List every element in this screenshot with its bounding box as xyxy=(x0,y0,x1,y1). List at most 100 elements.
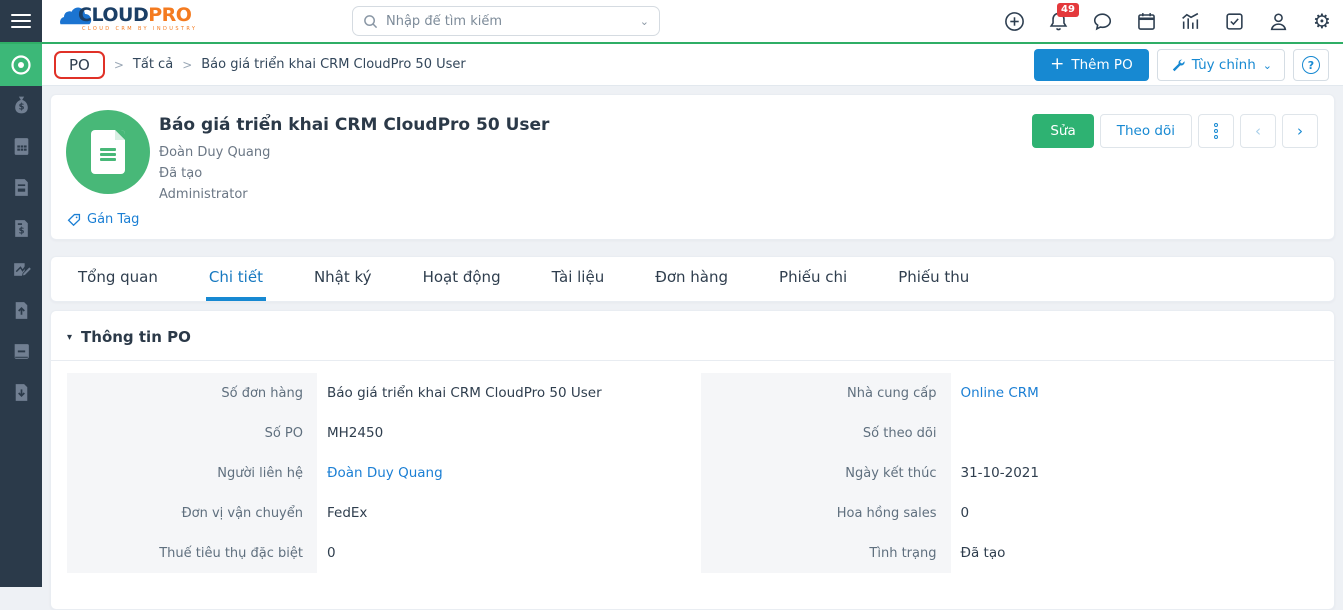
field-value: FedEx xyxy=(317,493,685,533)
breadcrumb-separator: > xyxy=(114,58,124,72)
follow-button[interactable]: Theo dõi xyxy=(1100,114,1192,148)
chevron-left-icon: ‹ xyxy=(1255,122,1261,140)
field-row: Nhà cung cấp Online CRM xyxy=(701,373,1319,413)
field-row: Tình trạng Đã tạo xyxy=(701,533,1319,573)
fields-left-column: Số đơn hàng Báo giá triển khai CRM Cloud… xyxy=(67,373,685,573)
field-value-vendor-link[interactable]: Online CRM xyxy=(951,373,1319,413)
fields-grid: Số đơn hàng Báo giá triển khai CRM Cloud… xyxy=(51,361,1334,573)
chat-icon[interactable] xyxy=(1091,10,1113,32)
record-header-card: Báo giá triển khai CRM CloudPro 50 User … xyxy=(50,94,1335,240)
section-title: Thông tin PO xyxy=(81,328,191,346)
sidebar: $ $ xyxy=(0,42,42,587)
field-label: Số đơn hàng xyxy=(67,373,317,413)
tab-tong-quan[interactable]: Tổng quan xyxy=(75,257,161,301)
breadcrumb-record-link[interactable]: Báo giá triển khai CRM CloudPro 50 User xyxy=(201,57,466,72)
field-row: Số đơn hàng Báo giá triển khai CRM Cloud… xyxy=(67,373,685,413)
tab-nhat-ky[interactable]: Nhật ký xyxy=(311,257,375,301)
prev-record-button[interactable]: ‹ xyxy=(1240,114,1276,148)
header-divider xyxy=(0,42,1343,44)
field-label: Nhà cung cấp xyxy=(701,373,951,413)
next-record-button[interactable]: › xyxy=(1282,114,1318,148)
field-label: Tình trạng xyxy=(701,533,951,573)
field-value: 31-10-2021 xyxy=(951,453,1319,493)
field-value xyxy=(951,413,1319,453)
customize-button[interactable]: Tùy chỉnh ⌄ xyxy=(1157,49,1285,81)
field-row: Người liên hệ Đoàn Duy Quang xyxy=(67,453,685,493)
sidebar-item-money-bag-icon[interactable]: $ xyxy=(10,94,32,116)
field-row: Số PO MH2450 xyxy=(67,413,685,453)
edit-button[interactable]: Sửa xyxy=(1032,114,1093,148)
field-row: Số theo dõi xyxy=(701,413,1319,453)
breadcrumb-all-link[interactable]: Tất cả xyxy=(133,57,173,72)
field-value: Báo giá triển khai CRM CloudPro 50 User xyxy=(317,373,685,413)
tab-phieu-thu[interactable]: Phiếu thu xyxy=(895,257,972,301)
details-card: ▾ Thông tin PO Số đơn hàng Báo giá triển… xyxy=(50,310,1335,610)
breadcrumb-separator: > xyxy=(182,58,192,72)
sidebar-item-po-active[interactable] xyxy=(0,44,42,86)
sidebar-item-receipt-icon[interactable] xyxy=(10,176,32,198)
calendar-icon[interactable] xyxy=(1135,10,1157,32)
quick-add-icon[interactable] xyxy=(1003,10,1025,32)
notifications-bell-icon[interactable]: 49 xyxy=(1047,10,1069,32)
sidebar-item-invoice-icon[interactable] xyxy=(10,135,32,157)
svg-text:$: $ xyxy=(18,101,24,111)
record-owner: Administrator xyxy=(159,187,248,202)
header-icon-bar: 49 ⚙ xyxy=(1003,0,1333,42)
sidebar-item-edit-doc-icon[interactable] xyxy=(10,258,32,280)
search-chevron-down-icon[interactable]: ⌄ xyxy=(640,15,649,28)
field-label: Đơn vị vận chuyển xyxy=(67,493,317,533)
sidebar-item-import-doc-icon[interactable] xyxy=(10,381,32,403)
field-label: Thuế tiêu thụ đặc biệt xyxy=(67,533,317,573)
question-icon: ? xyxy=(1302,56,1320,74)
field-label: Người liên hệ xyxy=(67,453,317,493)
logo-cloud-text: CLOUD xyxy=(78,4,148,26)
add-po-button[interactable]: + Thêm PO xyxy=(1034,49,1149,81)
analytics-icon[interactable] xyxy=(1179,10,1201,32)
caret-down-icon: ▾ xyxy=(67,332,72,343)
tab-bar: Tổng quan Chi tiết Nhật ký Hoạt động Tài… xyxy=(51,257,1334,301)
breadcrumb-bar: PO > Tất cả > Báo giá triển khai CRM Clo… xyxy=(42,44,1343,86)
more-actions-button[interactable] xyxy=(1198,114,1234,148)
record-title: Báo giá triển khai CRM CloudPro 50 User xyxy=(159,115,549,135)
svg-text:$: $ xyxy=(18,225,24,235)
field-row: Thuế tiêu thụ đặc biệt 0 xyxy=(67,533,685,573)
user-icon[interactable] xyxy=(1267,10,1289,32)
hamburger-menu-icon[interactable] xyxy=(0,0,42,42)
field-row: Hoa hồng sales 0 xyxy=(701,493,1319,533)
sidebar-item-money-doc-icon[interactable]: $ xyxy=(10,217,32,239)
tab-phieu-chi[interactable]: Phiếu chi xyxy=(776,257,850,301)
kebab-menu-icon xyxy=(1214,123,1218,139)
field-value: 0 xyxy=(951,493,1319,533)
top-header: CLOUDPRO Cloud CRM By Industry ⌄ 49 xyxy=(0,0,1343,42)
tab-don-hang[interactable]: Đơn hàng xyxy=(652,257,731,301)
field-value: MH2450 xyxy=(317,413,685,453)
tab-tai-lieu[interactable]: Tài liệu xyxy=(549,257,608,301)
global-search[interactable]: ⌄ xyxy=(352,6,660,36)
record-status: Đã tạo xyxy=(159,166,202,181)
field-value: Đã tạo xyxy=(951,533,1319,573)
cloudpro-logo[interactable]: CLOUDPRO Cloud CRM By Industry xyxy=(58,4,197,32)
field-value: 0 xyxy=(317,533,685,573)
field-label: Ngày kết thúc xyxy=(701,453,951,493)
sidebar-item-export-doc-icon[interactable] xyxy=(10,299,32,321)
document-icon xyxy=(91,130,125,174)
chevron-down-icon: ⌄ xyxy=(1263,59,1272,72)
search-input[interactable] xyxy=(386,14,632,29)
field-value-contact-link[interactable]: Đoàn Duy Quang xyxy=(317,453,685,493)
po-module-label[interactable]: PO xyxy=(54,51,105,79)
field-label: Số PO xyxy=(67,413,317,453)
tasks-icon[interactable] xyxy=(1223,10,1245,32)
logo-tagline: Cloud CRM By Industry xyxy=(82,27,197,32)
help-button[interactable]: ? xyxy=(1293,49,1329,81)
tag-icon xyxy=(67,213,81,227)
field-row: Ngày kết thúc 31-10-2021 xyxy=(701,453,1319,493)
fields-right-column: Nhà cung cấp Online CRM Số theo dõi Ngày… xyxy=(701,373,1319,573)
plus-icon: + xyxy=(1050,56,1064,73)
section-header-thong-tin-po[interactable]: ▾ Thông tin PO xyxy=(51,311,1334,361)
sidebar-item-journal-icon[interactable] xyxy=(10,340,32,362)
assign-tag-link[interactable]: Gán Tag xyxy=(67,212,139,227)
field-row: Đơn vị vận chuyển FedEx xyxy=(67,493,685,533)
tab-chi-tiet[interactable]: Chi tiết xyxy=(206,257,266,301)
tab-hoat-dong[interactable]: Hoạt động xyxy=(420,257,504,301)
settings-gear-icon[interactable]: ⚙ xyxy=(1311,10,1333,32)
